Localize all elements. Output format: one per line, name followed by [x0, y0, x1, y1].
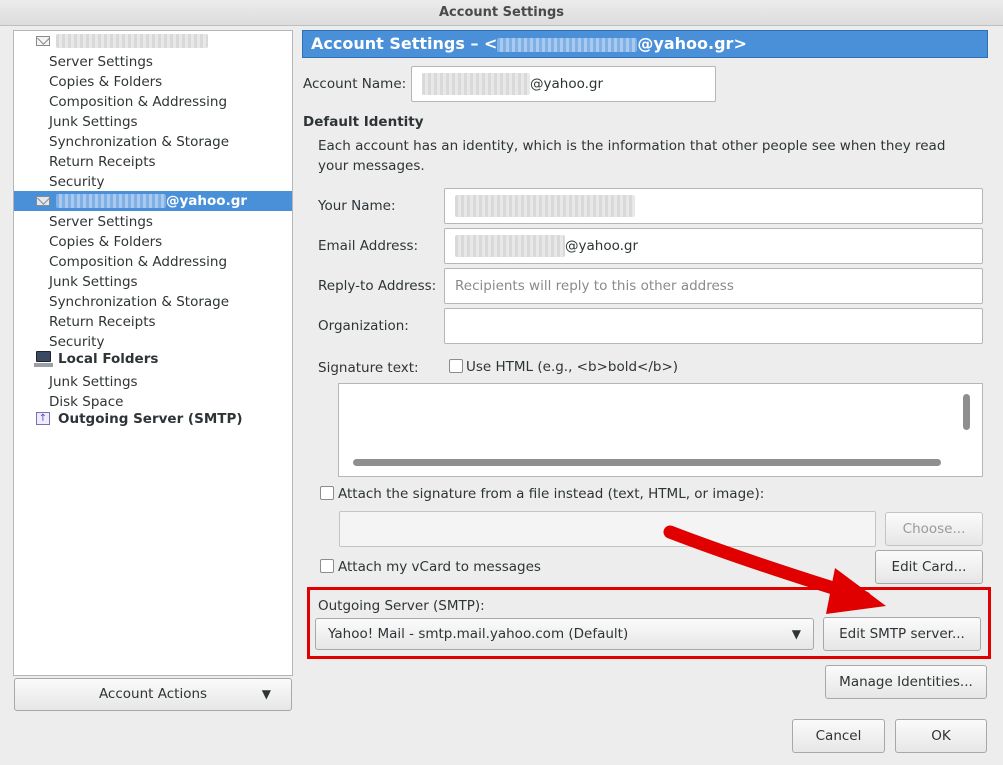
- tree-item-server-settings[interactable]: Server Settings: [14, 52, 292, 72]
- tree-item-security[interactable]: Security: [14, 172, 292, 192]
- tree-item-junk[interactable]: Junk Settings: [14, 372, 292, 392]
- tree-item-label: Junk Settings: [49, 114, 138, 130]
- tree-item-copies-folders[interactable]: Copies & Folders: [14, 72, 292, 92]
- tree-item-label: Outgoing Server (SMTP): [58, 411, 243, 427]
- tree-outgoing-server[interactable]: ↑ Outgoing Server (SMTP): [14, 409, 292, 429]
- attach-signature-file-label: Attach the signature from a file instead…: [338, 486, 765, 502]
- use-html-checkbox[interactable]: [449, 359, 463, 373]
- reply-to-label: Reply-to Address:: [318, 278, 437, 294]
- account-actions-button[interactable]: Account Actions ▼: [14, 678, 292, 711]
- attach-signature-file-checkbox[interactable]: [320, 486, 334, 500]
- mail-account-icon: [36, 36, 50, 46]
- email-field[interactable]: @yahoo.gr: [444, 228, 983, 264]
- tree-item-label: Return Receipts: [49, 314, 156, 330]
- identity-description: Each account has an identity, which is t…: [318, 138, 946, 174]
- tree-item-label: Return Receipts: [49, 154, 156, 170]
- tree-item-label: Server Settings: [49, 54, 153, 70]
- tree-item-label: Composition & Addressing: [49, 254, 228, 270]
- tree-item-sync[interactable]: Synchronization & Storage: [14, 132, 292, 152]
- use-html-label: Use HTML (e.g., <b>bold</b>): [466, 359, 679, 375]
- tree-item-label: Security: [49, 174, 105, 190]
- tree-item-receipts[interactable]: Return Receipts: [14, 152, 292, 172]
- account-name-field[interactable]: @yahoo.gr: [411, 66, 716, 102]
- email-value: @yahoo.gr: [565, 238, 639, 254]
- page-title: Account Settings – < @yahoo.gr>: [302, 30, 988, 58]
- your-name-field[interactable]: [444, 188, 983, 224]
- signature-textarea[interactable]: [338, 383, 983, 477]
- account-tree[interactable]: Server Settings Copies & Folders Composi…: [13, 30, 293, 676]
- account-actions-label: Account Actions: [98, 686, 208, 702]
- tree-item-label: Synchronization & Storage: [49, 134, 230, 150]
- default-identity-heading: Default Identity: [303, 114, 424, 130]
- tree-local-folders[interactable]: Local Folders: [14, 349, 292, 369]
- title-suffix: @yahoo.gr>: [637, 34, 747, 53]
- tree-item-server-settings[interactable]: Server Settings: [14, 212, 292, 232]
- vertical-scrollbar[interactable]: [963, 394, 970, 430]
- tree-item-receipts[interactable]: Return Receipts: [14, 312, 292, 332]
- tree-item-composition[interactable]: Composition & Addressing: [14, 92, 292, 112]
- tree-item-junk[interactable]: Junk Settings: [14, 112, 292, 132]
- redacted-account-name: [56, 194, 166, 208]
- attach-vcard-label: Attach my vCard to messages: [338, 559, 541, 575]
- title-prefix: Account Settings – <: [311, 34, 498, 53]
- tree-item-label: Composition & Addressing: [49, 94, 228, 110]
- redacted-account-name: [56, 34, 208, 48]
- attach-vcard-checkbox[interactable]: [320, 559, 334, 573]
- manage-identities-button[interactable]: Manage Identities...: [825, 665, 987, 699]
- tree-item-label: Server Settings: [49, 214, 153, 230]
- ok-button[interactable]: OK: [895, 719, 987, 753]
- redacted-value: [422, 73, 530, 95]
- mail-account-icon: [36, 196, 50, 206]
- tree-item-label: Junk Settings: [49, 274, 138, 290]
- tree-account-2-selected[interactable]: @yahoo.gr: [14, 191, 292, 211]
- tree-item-label: Synchronization & Storage: [49, 294, 230, 310]
- signature-label: Signature text:: [318, 360, 419, 376]
- tree-item-copies-folders[interactable]: Copies & Folders: [14, 232, 292, 252]
- redacted-value: [455, 195, 635, 217]
- account-name-value: @yahoo.gr: [530, 76, 604, 92]
- red-arrow-annotation: [663, 525, 886, 614]
- tree-item-label: Copies & Folders: [49, 74, 163, 90]
- account-suffix: @yahoo.gr: [166, 193, 248, 209]
- account-name-label: Account Name:: [303, 76, 407, 92]
- horizontal-scrollbar[interactable]: [353, 459, 941, 466]
- cancel-button[interactable]: Cancel: [792, 719, 885, 753]
- computer-icon: [34, 351, 53, 367]
- reply-to-field[interactable]: Recipients will reply to this other addr…: [444, 268, 983, 304]
- tree-item-composition[interactable]: Composition & Addressing: [14, 252, 292, 272]
- tree-item-label: Junk Settings: [49, 374, 138, 390]
- tree-item-junk[interactable]: Junk Settings: [14, 272, 292, 292]
- tree-item-label: Local Folders: [58, 351, 159, 367]
- tree-item-label: Copies & Folders: [49, 234, 163, 250]
- chevron-down-icon: ▼: [261, 687, 271, 701]
- organization-field[interactable]: [444, 308, 983, 344]
- window-title: Account Settings: [0, 0, 1003, 26]
- outgoing-server-icon: ↑: [36, 412, 50, 425]
- tree-item-sync[interactable]: Synchronization & Storage: [14, 292, 292, 312]
- organization-label: Organization:: [318, 318, 409, 334]
- redacted-value: [455, 235, 565, 257]
- email-label: Email Address:: [318, 238, 419, 254]
- tree-account-1[interactable]: [14, 31, 292, 51]
- your-name-label: Your Name:: [318, 198, 396, 214]
- redacted-account-name: [497, 37, 638, 52]
